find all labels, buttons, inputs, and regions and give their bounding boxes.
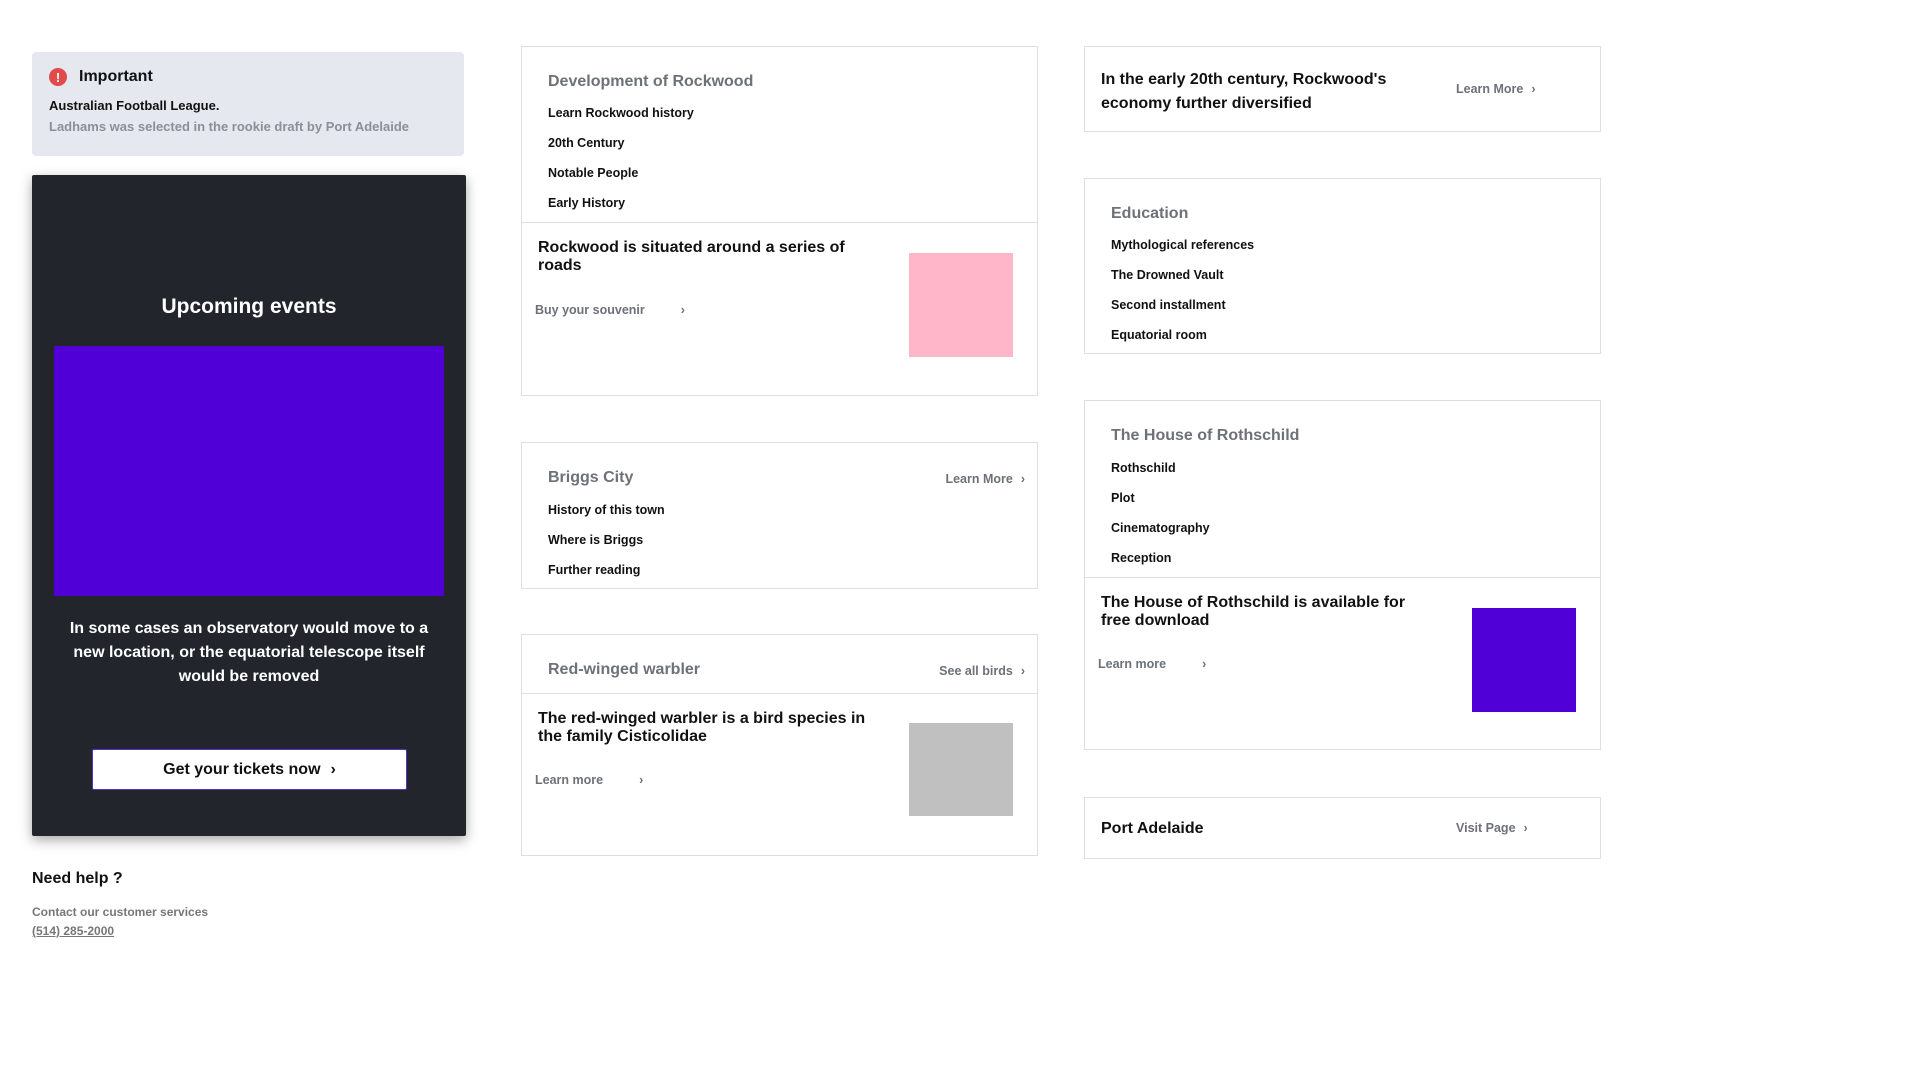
link-item[interactable]: Learn Rockwood history — [548, 98, 694, 128]
education-links: Mythological references The Drowned Vaul… — [1111, 230, 1254, 350]
rockwood-heading: Development of Rockwood — [548, 73, 754, 90]
important-alert: ! Important Australian Football League. … — [32, 52, 464, 156]
chevron-right-icon: › — [639, 773, 644, 787]
buy-souvenir-link[interactable]: Buy your souvenir › — [535, 303, 685, 317]
buy-souvenir-label: Buy your souvenir — [535, 303, 645, 317]
briggs-heading: Briggs City — [548, 469, 634, 486]
link-item[interactable]: Second installment — [1111, 290, 1254, 320]
education-heading: Education — [1111, 205, 1189, 222]
link-item[interactable]: 20th Century — [548, 128, 694, 158]
help-phone-link[interactable]: (514) 285-2000 — [32, 924, 114, 938]
rockwood-card: Development of Rockwood Learn Rockwood h… — [521, 46, 1038, 396]
economy-card: In the early 20th century, Rockwood's ec… — [1084, 46, 1601, 132]
help-text: Contact our customer services — [32, 905, 209, 919]
chevron-right-icon: › — [330, 760, 336, 778]
link-item[interactable]: The Drowned Vault — [1111, 260, 1254, 290]
rothschild-heading: The House of Rothschild — [1111, 427, 1300, 444]
get-tickets-button[interactable]: Get your tickets now › — [92, 749, 407, 790]
link-item[interactable]: Plot — [1111, 483, 1210, 513]
chevron-right-icon: › — [1531, 82, 1536, 96]
port-adelaide-card: Port Adelaide Visit Page › — [1084, 797, 1601, 859]
events-description: In some cases an observatory would move … — [69, 620, 429, 685]
rockwood-thumbnail — [909, 253, 1013, 357]
rockwood-promo-title: Rockwood is situated around a series of … — [538, 239, 845, 274]
economy-title: In the early 20th century, Rockwood's ec… — [1101, 71, 1387, 112]
rothschild-card: The House of Rothschild Rothschild Plot … — [1084, 400, 1601, 750]
get-tickets-label: Get your tickets now — [163, 760, 321, 778]
rothschild-learn-more-link[interactable]: Learn more › — [1098, 657, 1206, 671]
education-card: Education Mythological references The Dr… — [1084, 178, 1601, 354]
warbler-heading: Red-winged warbler — [548, 661, 701, 678]
rothschild-links: Rothschild Plot Cinematography Reception — [1111, 453, 1210, 573]
warbler-learn-more-link[interactable]: Learn more › — [535, 773, 643, 787]
visit-page-link[interactable]: Visit Page › — [1456, 821, 1528, 835]
economy-learn-more-link[interactable]: Learn More › — [1456, 82, 1536, 96]
divider — [522, 222, 1037, 223]
events-title: Upcoming events — [161, 295, 337, 318]
briggs-links: History of this town Where is Briggs Fur… — [548, 495, 665, 585]
warbler-thumbnail — [909, 723, 1013, 816]
rothschild-learn-more-label: Learn more — [1098, 657, 1167, 671]
link-item[interactable]: Further reading — [548, 555, 665, 585]
divider — [522, 693, 1037, 694]
warbler-card: Red-winged warbler See all birds › The r… — [521, 634, 1038, 856]
link-item[interactable]: Mythological references — [1111, 230, 1254, 260]
chevron-right-icon: › — [1523, 821, 1528, 835]
chevron-right-icon: › — [1020, 472, 1025, 486]
see-all-birds-link[interactable]: See all birds › — [939, 664, 1025, 678]
rockwood-links: Learn Rockwood history 20th Century Nota… — [548, 98, 694, 218]
link-item[interactable]: Where is Briggs — [548, 525, 665, 555]
divider — [1085, 577, 1600, 578]
link-item[interactable]: Early History — [548, 188, 694, 218]
warbler-promo-title: The red-winged warbler is a bird species… — [538, 710, 866, 745]
help-title: Need help ? — [32, 870, 123, 887]
chevron-right-icon: › — [1020, 664, 1025, 678]
rothschild-promo-title: The House of Rothschild is available for… — [1101, 594, 1406, 629]
economy-learn-more-label: Learn More — [1456, 82, 1524, 96]
chevron-right-icon: › — [680, 303, 685, 317]
chevron-right-icon: › — [1202, 657, 1207, 671]
port-adelaide-title: Port Adelaide — [1101, 820, 1204, 837]
alert-title: Important — [79, 68, 153, 85]
visit-page-label: Visit Page — [1456, 821, 1516, 835]
briggs-learn-more-label: Learn More — [945, 472, 1013, 486]
alert-line-2: Ladhams was selected in the rookie draft… — [49, 119, 410, 134]
briggs-card: Briggs City Learn More › History of this… — [521, 442, 1038, 589]
link-item[interactable]: Rothschild — [1111, 453, 1210, 483]
briggs-learn-more-link[interactable]: Learn More › — [945, 472, 1025, 486]
link-item[interactable]: Notable People — [548, 158, 694, 188]
link-item[interactable]: Cinematography — [1111, 513, 1210, 543]
link-item[interactable]: History of this town — [548, 495, 665, 525]
events-image — [54, 346, 444, 596]
alert-line-1: Australian Football League. — [49, 98, 220, 113]
link-item[interactable]: Reception — [1111, 543, 1210, 573]
warbler-learn-more-label: Learn more — [535, 773, 604, 787]
alert-icon: ! — [49, 68, 67, 86]
upcoming-events-panel: Upcoming events In some cases an observa… — [32, 175, 466, 836]
link-item[interactable]: Equatorial room — [1111, 320, 1254, 350]
rothschild-thumbnail — [1472, 608, 1576, 712]
see-all-birds-label: See all birds — [939, 664, 1013, 678]
